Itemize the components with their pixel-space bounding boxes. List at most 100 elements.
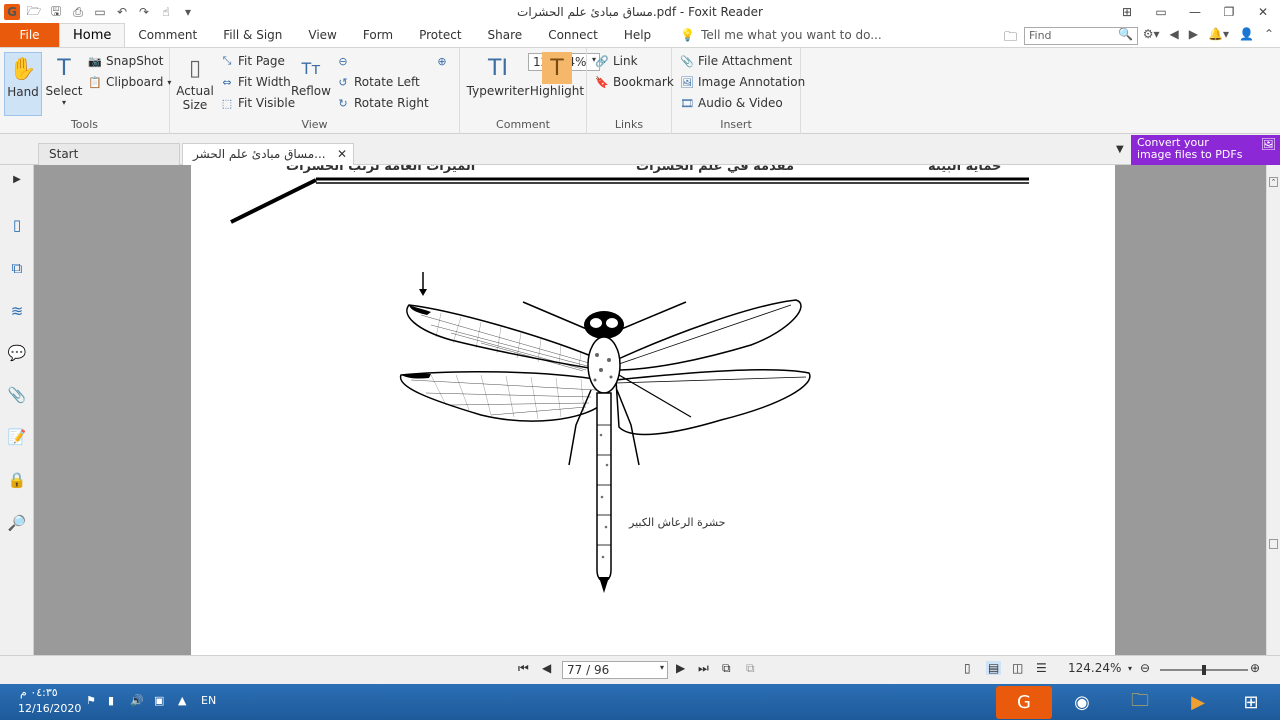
customize-qat-icon[interactable]: ▾ [180,4,196,20]
continuous-page-icon[interactable]: ▤ [986,661,1002,675]
back-icon[interactable]: ◀ [1170,27,1179,41]
typewriter-button[interactable]: TI Typewriter [467,52,530,99]
tab-share[interactable]: Share [475,23,536,47]
foxit-taskbar-icon[interactable]: G [996,686,1052,719]
zoom-out-button[interactable]: ⊖ [336,54,350,68]
expand-panel-icon[interactable]: ▶ [7,169,27,189]
rotate-right-button[interactable]: ↻ Rotate Right [336,96,428,110]
signatures-panel-icon[interactable]: 📝 [7,427,27,447]
start-button[interactable]: ⊞ [1226,686,1276,719]
zoom-in-button[interactable]: ⊕ [435,54,449,68]
select-button[interactable]: T Select ▾ [45,52,82,108]
notification-icon[interactable]: 🔔▾ [1208,27,1229,41]
highlight-button[interactable]: T Highlight [530,52,584,98]
fit-visible-button[interactable]: ⬚ Fit Visible [220,96,295,110]
last-page-icon[interactable]: ⏭ [698,661,709,676]
next-view-icon[interactable]: ⧉ [746,661,755,676]
rotate-left-button[interactable]: ↺ Rotate Left [336,75,419,89]
security-panel-icon[interactable]: 🔒 [7,470,27,490]
fit-page-button[interactable]: ⤡ Fit Page [220,54,285,68]
ribbon-toggle-icon[interactable]: ▭ [1144,0,1178,24]
single-page-icon[interactable]: ▯ [964,661,971,675]
clipboard-button[interactable]: 📋 Clipboard ▾ [88,75,171,89]
comments-panel-icon[interactable]: 💬 [7,343,27,363]
zoom-slider[interactable] [1160,665,1248,675]
snapshot-button[interactable]: 📷 SnapShot [88,54,163,68]
foxit-logo-icon[interactable]: G [4,4,20,20]
tell-me-box[interactable]: 💡 Tell me what you want to do... [664,23,882,47]
link-button[interactable]: 🔗 Link [595,54,637,68]
language-indicator[interactable]: EN [201,694,216,707]
tab-comment[interactable]: Comment [125,23,210,47]
properties-icon[interactable]: ▭ [92,4,108,20]
previous-view-icon[interactable]: ⧉ [722,661,731,676]
tab-home[interactable]: Home [59,23,126,47]
fit-width-button[interactable]: ⇔ Fit Width [220,75,290,89]
tab-connect[interactable]: Connect [535,23,611,47]
previous-page-icon[interactable]: ◀ [542,661,551,675]
next-page-icon[interactable]: ▶ [676,661,685,675]
reflow-button[interactable]: Tт Reflow [291,52,331,99]
undo-icon[interactable]: ↶ [114,4,130,20]
tab-protect[interactable]: Protect [406,23,474,47]
action-center-icon[interactable]: ⚑ [86,694,96,707]
facing-page-icon[interactable]: ◫ [1012,661,1023,675]
vertical-scrollbar[interactable]: ⌃ [1266,165,1280,655]
device-icon[interactable]: ▣ [154,694,164,707]
image-annotation-button[interactable]: 🖼 Image Annotation [680,75,805,89]
search-panel-icon[interactable]: 🔎 [7,513,27,533]
convert-banner[interactable]: Convert your image files to PDFs 🖼 [1131,135,1280,165]
file-tab[interactable]: File [0,23,59,47]
tab-form[interactable]: Form [350,23,406,47]
zoom-out-icon[interactable]: ⊖ [1140,661,1150,675]
actual-size-button[interactable]: ▯ Actual Size [176,52,214,113]
minimize-button[interactable]: — [1178,0,1212,24]
volume-icon[interactable]: 🔊 [130,694,144,707]
clock-time[interactable]: ٠٤:٣٥ م [20,686,58,699]
tab-start[interactable]: Start [38,143,180,165]
close-tab-icon[interactable]: ✕ [337,147,347,161]
bookmarks-panel-icon[interactable]: ▯ [7,215,27,235]
bookmark-button[interactable]: 🔖 Bookmark [595,75,674,89]
zoom-in-icon[interactable]: ⊕ [1250,661,1260,675]
chrome-taskbar-icon[interactable]: ◉ [1054,686,1110,719]
open-icon[interactable]: 🗁 [26,4,42,20]
zoom-slider-thumb[interactable] [1202,665,1206,675]
scroll-up-icon[interactable]: ⌃ [1269,177,1278,187]
document-viewport[interactable]: الميزات العامة لرتب الحشرات مقدمة في علم… [34,165,1266,655]
redo-icon[interactable]: ↷ [136,4,152,20]
search-icon[interactable]: 🔍 [1118,27,1133,41]
tab-view[interactable]: View [295,23,349,47]
continuous-facing-icon[interactable]: ☰ [1036,661,1047,675]
clock-date[interactable]: 12/16/2020 [18,702,81,715]
layers-panel-icon[interactable]: ≋ [7,301,27,321]
page-number-input[interactable]: 77 / 96 ▾ [562,661,668,679]
media-player-taskbar-icon[interactable]: ▶ [1170,686,1226,719]
tab-list-dropdown-icon[interactable]: ▼ [1116,144,1124,155]
file-attachment-button[interactable]: 📎 File Attachment [680,54,792,68]
network-icon[interactable]: ▮ [108,694,114,707]
collapse-ribbon-icon[interactable]: ⌃ [1264,27,1274,41]
scroll-thumb[interactable] [1269,539,1278,549]
audio-video-button[interactable]: 🎞 Audio & Video [680,96,783,110]
print-icon[interactable]: ⎙ [70,4,86,20]
save-icon[interactable]: 🖫 [48,4,64,20]
show-hidden-icons[interactable]: ▲ [178,694,186,707]
tab-current-document[interactable]: مساق مبادئ علم الحشر... ✕ [182,143,354,165]
attachments-panel-icon[interactable]: 📎 [7,385,27,405]
layout-icon[interactable]: ⊞ [1110,0,1144,24]
find-options-icon[interactable]: 🗀 [1004,28,1017,50]
settings-icon[interactable]: ⚙▾ [1143,27,1160,41]
tab-fill-sign[interactable]: Fill & Sign [210,23,295,47]
restore-button[interactable]: ❐ [1212,0,1246,24]
hand-tool-icon[interactable]: ☝ [158,4,174,20]
tab-help[interactable]: Help [611,23,664,47]
user-icon[interactable]: 👤 [1239,27,1254,41]
pages-panel-icon[interactable]: ⧉ [7,258,27,278]
zoom-level[interactable]: 124.24% [1068,661,1121,675]
close-button[interactable]: ✕ [1246,0,1280,24]
first-page-icon[interactable]: ⏮ [518,661,529,676]
hand-button[interactable]: ✋ Hand [4,52,42,116]
forward-icon[interactable]: ▶ [1189,27,1198,41]
chevron-down-icon[interactable]: ▾ [1128,664,1132,673]
